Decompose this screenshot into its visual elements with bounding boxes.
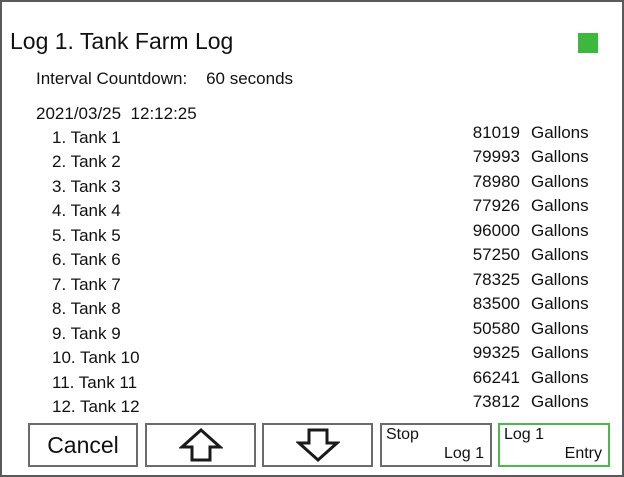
tank-unit: Gallons — [531, 147, 589, 166]
stop-log-button[interactable]: Stop Log 1 — [380, 423, 492, 467]
stop-log-label-bottom: Log 1 — [443, 445, 484, 462]
tank-name: 9. Tank 9 — [52, 324, 121, 343]
tank-unit: Gallons — [531, 270, 589, 289]
tank-value: 77926 — [472, 196, 520, 215]
log-screen: Log 1. Tank Farm Log Interval Countdown:… — [0, 0, 624, 477]
tank-value: 96000 — [472, 221, 520, 240]
tank-name: 3. Tank 3 — [52, 177, 121, 196]
tank-name: 2. Tank 2 — [52, 152, 121, 171]
cancel-button[interactable]: Cancel — [28, 423, 138, 467]
stop-log-label-top: Stop — [386, 426, 419, 443]
tank-name: 7. Tank 7 — [52, 275, 121, 294]
page-title: Log 1. Tank Farm Log — [10, 28, 234, 54]
interval-countdown: Interval Countdown: 60 seconds — [36, 69, 294, 88]
tank-unit: Gallons — [531, 172, 589, 191]
tank-value: 78980 — [472, 172, 520, 191]
arrow-down-outline-icon — [295, 428, 340, 462]
status-indicator — [578, 33, 598, 53]
tank-value: 99325 — [472, 343, 520, 362]
tank-name: 5. Tank 5 — [52, 226, 121, 245]
tank-unit: Gallons — [531, 196, 589, 215]
log-entry-label-top: Log 1 — [504, 426, 545, 443]
tank-unit: Gallons — [531, 123, 589, 142]
scroll-down-button[interactable] — [262, 423, 373, 467]
tank-name: 6. Tank 6 — [52, 250, 121, 269]
tank-value: 79993 — [472, 147, 520, 166]
tank-name: 10. Tank 10 — [52, 348, 140, 367]
tank-unit: Gallons — [531, 368, 589, 387]
tank-unit: Gallons — [531, 392, 589, 411]
tank-value: 81019 — [472, 123, 520, 142]
tank-name: 8. Tank 8 — [52, 299, 121, 318]
tank-value: 73812 — [472, 392, 520, 411]
scroll-up-button[interactable] — [145, 423, 256, 467]
tank-unit: Gallons — [531, 319, 589, 338]
log-entry-label-bottom: Entry — [564, 445, 602, 462]
log-entry-button[interactable]: Log 1 Entry — [498, 423, 610, 467]
tank-name: 12. Tank 12 — [52, 397, 140, 416]
log-timestamp: 2021/03/25 12:12:25 — [36, 104, 197, 123]
tank-value: 78325 — [472, 270, 520, 289]
tank-unit: Gallons — [531, 343, 589, 362]
tank-unit: Gallons — [531, 221, 589, 240]
tank-unit: Gallons — [531, 294, 589, 313]
arrow-up-outline-icon — [178, 428, 223, 462]
tank-value: 50580 — [472, 319, 520, 338]
tank-value: 66241 — [472, 368, 520, 387]
tank-name: 4. Tank 4 — [52, 201, 121, 220]
stop-log-label: Stop Log 1 — [382, 425, 490, 465]
tank-value: 83500 — [472, 294, 520, 313]
tank-value: 57250 — [472, 245, 520, 264]
tank-name: 11. Tank 11 — [52, 373, 138, 392]
tank-name: 1. Tank 1 — [52, 128, 121, 147]
log-entry-label: Log 1 Entry — [500, 425, 608, 465]
tank-unit: Gallons — [531, 245, 589, 264]
